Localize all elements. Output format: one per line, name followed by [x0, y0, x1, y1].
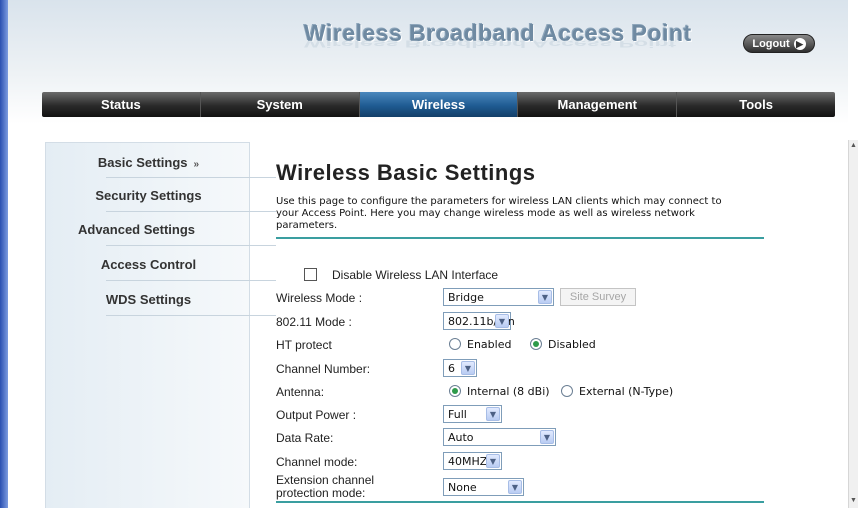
window-left-edge: [0, 0, 8, 508]
divider: [106, 177, 276, 178]
tab-system[interactable]: System: [201, 92, 360, 117]
chevron-down-icon: ▼: [461, 361, 475, 375]
tab-tools[interactable]: Tools: [677, 92, 835, 117]
site-survey-button[interactable]: Site Survey: [560, 288, 636, 306]
app-window: Wireless Broadband Access Point Wireless…: [0, 0, 858, 508]
output-power-label: Output Power :: [276, 408, 357, 422]
ht-protect-disabled-label: Disabled: [548, 338, 596, 351]
ht-protect-label: HT protect: [276, 338, 332, 352]
page-title: Wireless Basic Settings: [276, 160, 536, 185]
channel-number-value: 6: [448, 361, 455, 375]
chevron-down-icon: ▼: [540, 430, 554, 444]
channel-mode-select[interactable]: 40MHZ ▼: [443, 452, 502, 470]
chevron-down-icon: ▼: [486, 407, 500, 421]
divider: [106, 211, 276, 212]
antenna-external-radio[interactable]: [561, 385, 573, 397]
output-power-select[interactable]: Full ▼: [443, 405, 502, 423]
disable-wlan-checkbox[interactable]: [304, 268, 317, 281]
mode-80211-label: 802.11 Mode :: [276, 315, 352, 329]
chevron-down-icon: ▼: [486, 454, 500, 468]
ext-protection-value: None: [448, 480, 477, 494]
channel-mode-label: Channel mode:: [276, 455, 358, 469]
disable-wlan-label: Disable Wireless LAN Interface: [332, 268, 499, 282]
tab-status[interactable]: Status: [42, 92, 201, 117]
divider: [106, 315, 276, 316]
sidebar-item-wds-settings[interactable]: WDS Settings: [46, 292, 251, 307]
output-power-value: Full: [448, 407, 467, 421]
data-rate-label: Data Rate:: [276, 431, 334, 445]
logout-label: Logout: [752, 37, 790, 50]
chevron-down-icon: ▼: [495, 314, 509, 328]
ht-protect-disabled-radio[interactable]: [530, 338, 542, 350]
data-rate-select[interactable]: Auto ▼: [443, 428, 556, 446]
antenna-label: Antenna:: [276, 385, 325, 399]
vertical-scrollbar[interactable]: ▲ ▼: [848, 140, 858, 508]
ht-protect-enabled-label: Enabled: [467, 338, 512, 351]
main-nav: Status System Wireless Management Tools: [42, 92, 835, 117]
sidebar-item-advanced-settings[interactable]: Advanced Settings: [34, 222, 239, 237]
antenna-internal-radio[interactable]: [449, 385, 461, 397]
divider: [106, 280, 276, 281]
sidebar-item-label: Basic Settings: [97, 155, 188, 170]
mode-80211-select[interactable]: 802.11b/g/n ▼: [443, 312, 515, 330]
ht-protect-enabled-radio[interactable]: [449, 338, 461, 350]
channel-mode-value: 40MHZ: [448, 454, 488, 468]
divider: [276, 237, 764, 239]
product-title-reflection: Wireless Broadband Access Point: [304, 38, 677, 50]
chevron-down-icon: ▼: [538, 290, 552, 304]
divider: [106, 245, 276, 246]
channel-number-select[interactable]: 6 ▼: [443, 359, 477, 377]
tab-management[interactable]: Management: [518, 92, 678, 117]
sidebar-item-access-control[interactable]: Access Control: [46, 257, 251, 272]
logout-button[interactable]: Logout ▶: [743, 34, 815, 53]
wireless-mode-value: Bridge: [448, 290, 484, 304]
ext-protection-label: Extension channel protection mode:: [276, 474, 374, 500]
scroll-up-icon[interactable]: ▲: [850, 142, 857, 149]
page-description: Use this page to configure the parameter…: [276, 196, 722, 231]
divider: [276, 501, 764, 503]
antenna-internal-label: Internal (8 dBi): [467, 385, 550, 398]
sidebar: Basic Settings» Security Settings Advanc…: [45, 142, 276, 508]
tab-wireless[interactable]: Wireless: [359, 92, 519, 117]
channel-number-label: Channel Number:: [276, 362, 371, 376]
sidebar-item-basic-settings[interactable]: Basic Settings »: [46, 155, 251, 170]
ext-protection-label-line2: protection mode:: [276, 486, 366, 500]
ext-protection-select[interactable]: None ▼: [443, 478, 524, 496]
scroll-down-icon[interactable]: ▼: [850, 497, 857, 504]
sidebar-item-security-settings[interactable]: Security Settings: [46, 188, 251, 203]
wireless-mode-label: Wireless Mode :: [276, 291, 363, 305]
data-rate-value: Auto: [448, 430, 474, 444]
chevron-down-icon: ▼: [508, 480, 522, 494]
double-chevron-icon: »: [193, 159, 200, 170]
antenna-external-label: External (N-Type): [579, 385, 674, 398]
arrow-right-icon: ▶: [793, 37, 806, 50]
wireless-mode-select[interactable]: Bridge ▼: [443, 288, 554, 306]
